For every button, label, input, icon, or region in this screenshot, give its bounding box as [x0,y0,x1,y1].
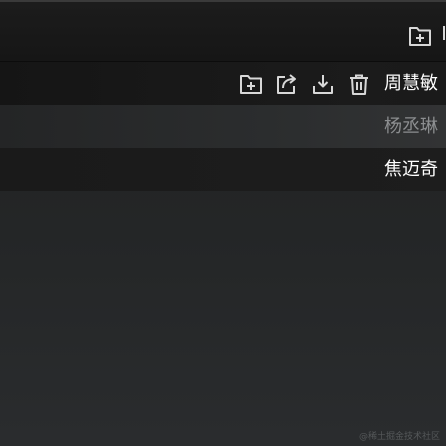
delete-button[interactable] [346,71,372,97]
clipped-toolbar-item [442,26,446,42]
watermark: @稀土掘金技术社区 [358,432,440,442]
download-icon [313,75,333,94]
list-item[interactable]: 周慧敏 [0,62,446,105]
app-window: 周慧敏 杨丞琳 焦迈奇 @稀土掘金技术社区 [0,0,446,446]
share-icon [277,74,296,94]
share-button[interactable] [274,71,300,97]
row-actions [238,71,372,97]
item-list: 周慧敏 杨丞琳 焦迈奇 [0,62,446,191]
trash-icon [350,74,368,95]
add-folder-button[interactable] [238,71,264,97]
list-item-label: 周慧敏 [384,73,438,94]
new-folder-button[interactable] [406,22,434,50]
list-item-label: 焦迈奇 [384,159,438,180]
folder-plus-icon [240,75,262,94]
list-item[interactable]: 杨丞琳 [0,105,446,148]
download-button[interactable] [310,71,336,97]
list-item[interactable]: 焦迈奇 [0,148,446,191]
folder-plus-icon [409,27,431,46]
top-toolbar [0,0,446,62]
list-item-label: 杨丞琳 [384,116,438,137]
